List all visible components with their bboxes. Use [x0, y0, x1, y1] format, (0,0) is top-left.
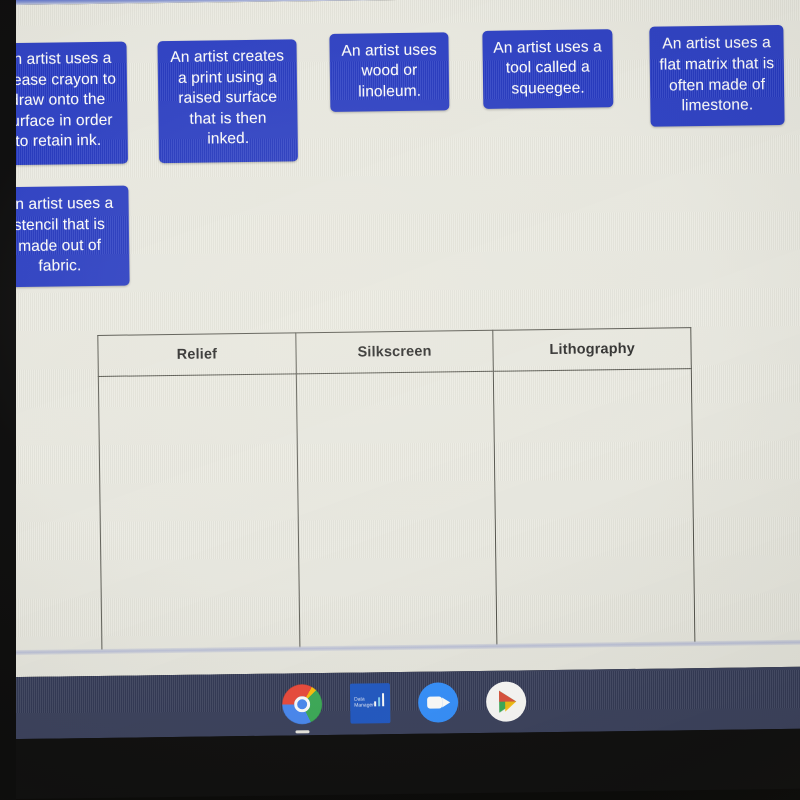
answer-card-text: An artist uses a tool called a squeegee.: [493, 37, 602, 98]
chromeos-shelf: Data Manager: [0, 666, 800, 740]
answer-card-flat-matrix[interactable]: An artist uses a flat matrix that is oft…: [649, 24, 785, 127]
data-app-label-line2: Manager: [354, 702, 374, 709]
screen-photo: An artist uses a grease crayon to draw o…: [0, 0, 800, 800]
column-header-silkscreen: Silkscreen: [295, 330, 494, 374]
drop-zone-silkscreen[interactable]: [295, 371, 498, 648]
drop-zone-relief[interactable]: [98, 373, 300, 650]
answer-card-raised-surface[interactable]: An artist creates a print using a raised…: [157, 39, 299, 164]
answer-card-text: An artist creates a print using a raised…: [170, 47, 285, 148]
answer-card-text: An artist uses wood or linoleum.: [341, 41, 437, 101]
column-header-lithography: Lithography: [493, 327, 692, 372]
column-header-relief: Relief: [97, 332, 296, 377]
drop-zone-lithography[interactable]: [493, 368, 695, 645]
answer-card-wood-linoleum[interactable]: An artist uses wood or linoleum.: [329, 32, 450, 112]
chrome-icon[interactable]: [281, 684, 323, 734]
screen-content: An artist uses a grease crayon to draw o…: [0, 0, 800, 800]
zoom-icon[interactable]: [417, 682, 459, 723]
device-bezel: [0, 728, 800, 800]
table-row: [98, 368, 695, 650]
active-app-indicator: [295, 730, 310, 734]
answer-card-grease-crayon[interactable]: An artist uses a grease crayon to draw o…: [0, 41, 129, 166]
answer-card-squeegee[interactable]: An artist uses a tool called a squeegee.: [482, 29, 614, 109]
answer-card-text: An artist uses a stencil that is made ou…: [4, 195, 114, 275]
activity-page: An artist uses a grease crayon to draw o…: [0, 0, 800, 678]
answer-card-stencil-fabric[interactable]: An artist uses a stencil that is made ou…: [0, 185, 130, 288]
bar-chart-icon: [373, 693, 385, 707]
google-play-icon[interactable]: [485, 681, 527, 722]
answer-card-text: An artist uses a flat matrix that is oft…: [659, 34, 775, 115]
photo-edge-left: [0, 0, 16, 800]
category-table: Relief Silkscreen Lithography: [97, 327, 695, 650]
data-app-icon[interactable]: Data Manager: [349, 683, 391, 724]
answer-card-text: An artist uses a grease crayon to draw o…: [0, 49, 117, 151]
